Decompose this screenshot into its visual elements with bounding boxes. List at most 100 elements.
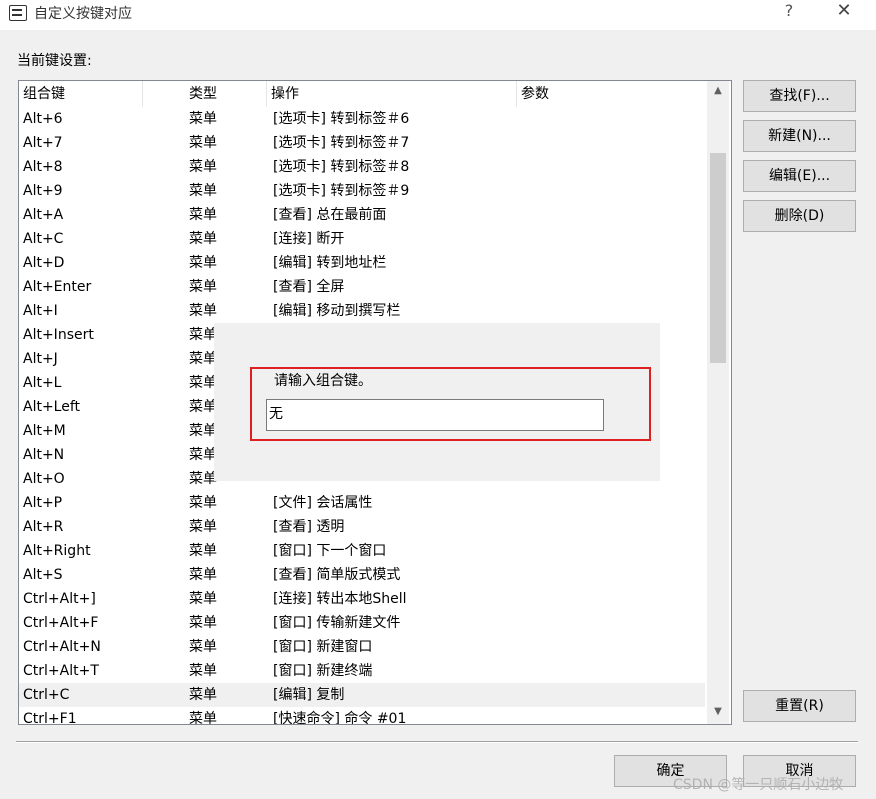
table-row[interactable]: Alt+6 菜单 [选项卡] 转到标签＃6: [19, 107, 705, 131]
vertical-scrollbar[interactable]: ▲ ▼: [707, 81, 729, 724]
row-type: 菜单: [189, 615, 217, 631]
bottom-separator: [16, 741, 858, 743]
table-row[interactable]: Ctrl+Alt+T 菜单 [窗口] 新建终端: [19, 659, 705, 683]
scroll-down-icon[interactable]: ▼: [707, 702, 729, 722]
row-key: Alt+Left: [23, 399, 81, 415]
table-row[interactable]: Ctrl+Alt+N 菜单 [窗口] 新建窗口: [19, 635, 705, 659]
row-key: Alt+N: [23, 447, 65, 463]
row-type: 菜单: [189, 255, 217, 271]
row-type: 菜单: [189, 687, 217, 703]
row-key: Alt+J: [23, 351, 58, 367]
key-combination-input[interactable]: 无: [266, 399, 604, 431]
row-type: 菜单: [189, 591, 217, 607]
table-row[interactable]: Alt+Enter 菜单 [查看] 全屏: [19, 275, 705, 299]
delete-button[interactable]: 删除(D): [743, 200, 856, 232]
table-row[interactable]: Ctrl+Alt+F 菜单 [窗口] 传输新建文件: [19, 611, 705, 635]
table-row[interactable]: Alt+P 菜单 [文件] 会话属性: [19, 491, 705, 515]
table-row[interactable]: Alt+A 菜单 [查看] 总在最前面: [19, 203, 705, 227]
table-row[interactable]: Alt+Right 菜单 [窗口] 下一个窗口: [19, 539, 705, 563]
scroll-up-icon[interactable]: ▲: [707, 81, 729, 101]
row-action: [文件] 会话属性: [273, 495, 373, 511]
row-key: Alt+6: [23, 111, 63, 127]
row-type: 菜单: [189, 207, 217, 223]
row-type: 菜单: [189, 447, 217, 463]
row-type: 菜单: [189, 279, 217, 295]
row-type: 菜单: [189, 471, 217, 487]
watermark: CSDN @等一只顺石小边牧: [673, 777, 844, 793]
row-action: [选项卡] 转到标签＃7: [273, 135, 410, 151]
row-key: Ctrl+C: [23, 687, 70, 703]
row-key: Ctrl+F1: [23, 711, 77, 725]
table-row[interactable]: Alt+C 菜单 [连接] 断开: [19, 227, 705, 251]
window-title: 自定义按键对应: [34, 6, 132, 22]
keyboard-icon: [9, 5, 27, 21]
row-type: 菜单: [189, 159, 217, 175]
table-row[interactable]: Alt+9 菜单 [选项卡] 转到标签＃9: [19, 179, 705, 203]
row-action: [编辑] 移动到撰写栏: [273, 303, 401, 319]
table-row[interactable]: Alt+I 菜单 [编辑] 移动到撰写栏: [19, 299, 705, 323]
row-key: Alt+P: [23, 495, 63, 511]
row-key: Alt+A: [23, 207, 64, 223]
row-key: Alt+7: [23, 135, 63, 151]
column-header-param[interactable]: 参数: [517, 81, 705, 107]
find-button[interactable]: 查找(F)...: [743, 80, 856, 112]
reset-button[interactable]: 重置(R): [743, 690, 856, 722]
table-row[interactable]: Ctrl+F1 菜单 [快速命令] 命令 #01: [19, 707, 705, 725]
row-type: 菜单: [189, 303, 217, 319]
row-action: [选项卡] 转到标签＃6: [273, 111, 410, 127]
table-row[interactable]: Alt+D 菜单 [编辑] 转到地址栏: [19, 251, 705, 275]
key-prompt-label: 请输入组合键。: [274, 373, 372, 389]
current-keys-label: 当前键设置:: [17, 53, 92, 69]
row-action: [窗口] 传输新建文件: [273, 615, 401, 631]
row-key: Ctrl+Alt+]: [23, 591, 96, 607]
row-key: Ctrl+Alt+N: [23, 639, 101, 655]
row-action: [选项卡] 转到标签＃8: [273, 159, 410, 175]
row-key: Alt+Enter: [23, 279, 92, 295]
row-key: Alt+Insert: [23, 327, 94, 343]
row-key: Alt+M: [23, 423, 66, 439]
row-type: 菜单: [189, 519, 217, 535]
help-icon[interactable]: ?: [774, 0, 804, 24]
row-key: Alt+9: [23, 183, 63, 199]
close-icon[interactable]: ✕: [826, 0, 862, 24]
row-type: 菜单: [189, 231, 217, 247]
table-row[interactable]: Alt+7 菜单 [选项卡] 转到标签＃7: [19, 131, 705, 155]
row-key: Alt+8: [23, 159, 63, 175]
table-row[interactable]: Alt+8 菜单 [选项卡] 转到标签＃8: [19, 155, 705, 179]
row-action: [窗口] 新建终端: [273, 663, 373, 679]
column-header-action[interactable]: 操作: [267, 81, 517, 107]
scroll-thumb[interactable]: [710, 153, 726, 363]
row-key: Alt+O: [23, 471, 65, 487]
row-key: Ctrl+Alt+F: [23, 615, 99, 631]
column-header-type[interactable]: 类型: [185, 81, 267, 107]
table-row[interactable]: Ctrl+C 菜单 [编辑] 复制: [19, 683, 705, 707]
new-button[interactable]: 新建(N)...: [743, 120, 856, 152]
row-action: [选项卡] 转到标签＃9: [273, 183, 410, 199]
row-action: [编辑] 转到地址栏: [273, 255, 387, 271]
row-type: 菜单: [189, 399, 217, 415]
table-row[interactable]: Alt+S 菜单 [查看] 简单版式模式: [19, 563, 705, 587]
row-action: [编辑] 复制: [273, 687, 345, 703]
row-type: 菜单: [189, 327, 217, 343]
row-key: Alt+L: [23, 375, 62, 391]
row-action: [查看] 总在最前面: [273, 207, 387, 223]
title-bar: 自定义按键对应 ? ✕: [0, 0, 876, 30]
row-key: Alt+C: [23, 231, 64, 247]
column-header-key[interactable]: 组合键: [19, 81, 143, 107]
row-key: Alt+D: [23, 255, 65, 271]
row-type: 菜单: [189, 639, 217, 655]
row-type: 菜单: [189, 375, 217, 391]
row-key: Alt+R: [23, 519, 64, 535]
row-type: 菜单: [189, 711, 217, 725]
row-action: [窗口] 下一个窗口: [273, 543, 387, 559]
row-action: [连接] 转出本地Shell: [273, 591, 407, 607]
row-type: 菜单: [189, 135, 217, 151]
row-action: [快速命令] 命令 #01: [273, 711, 407, 725]
edit-button[interactable]: 编辑(E)...: [743, 160, 856, 192]
table-row[interactable]: Ctrl+Alt+] 菜单 [连接] 转出本地Shell: [19, 587, 705, 611]
column-header-spacer: [143, 81, 185, 107]
table-row[interactable]: Alt+R 菜单 [查看] 透明: [19, 515, 705, 539]
list-header: 组合键 类型 操作 参数: [19, 81, 705, 107]
row-key: Alt+Right: [23, 543, 91, 559]
row-action: [窗口] 新建窗口: [273, 639, 373, 655]
